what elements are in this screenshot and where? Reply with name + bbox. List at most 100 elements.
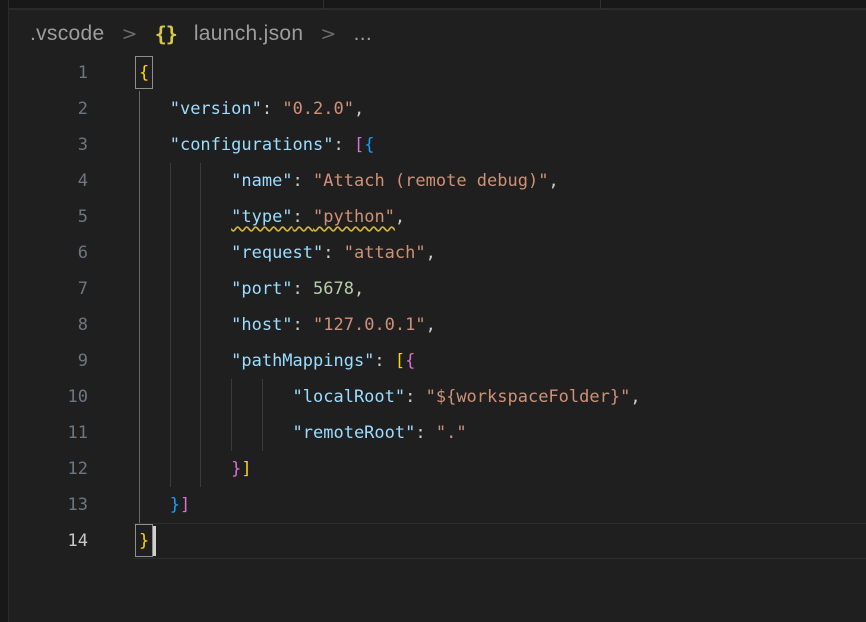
code-token: : bbox=[323, 243, 343, 263]
code-token: : bbox=[293, 171, 313, 191]
code-token: : bbox=[415, 423, 435, 443]
breadcrumb: .vscode > {} launch.json > ... bbox=[10, 12, 866, 55]
code-token: [ bbox=[354, 135, 364, 155]
json-file-icon: {} bbox=[155, 22, 177, 46]
code-token: , bbox=[548, 171, 558, 191]
line-number[interactable]: 1 bbox=[10, 55, 88, 91]
code-token: : bbox=[293, 315, 313, 335]
code-token: "port" bbox=[231, 279, 292, 299]
code-token: "configurations" bbox=[170, 135, 334, 155]
breadcrumb-item-folder[interactable]: .vscode bbox=[30, 22, 104, 46]
code-text: "remoteRoot": "." bbox=[96, 415, 866, 451]
code-token: "attach" bbox=[344, 243, 426, 263]
code-token: : bbox=[333, 135, 353, 155]
code-text: }] bbox=[96, 487, 866, 523]
code-token: , bbox=[426, 315, 436, 335]
code-text: } bbox=[96, 523, 866, 559]
code-text: { bbox=[96, 55, 866, 91]
code-token: "name" bbox=[231, 171, 292, 191]
code-token: [ bbox=[395, 351, 405, 371]
code-token: { bbox=[139, 63, 149, 83]
code-token: { bbox=[364, 135, 374, 155]
tab-separator bbox=[323, 0, 324, 10]
line-number[interactable]: 4 bbox=[10, 163, 88, 199]
code-token: "localRoot" bbox=[293, 387, 406, 407]
code-token: "remoteRoot" bbox=[293, 423, 416, 443]
code-token: , bbox=[354, 99, 364, 119]
code-line[interactable]: "host": "127.0.0.1", bbox=[96, 307, 866, 343]
code-token: "request" bbox=[231, 243, 323, 263]
code-token: 5678 bbox=[313, 279, 354, 299]
code-token: "python" bbox=[313, 207, 395, 227]
tab-separator bbox=[600, 0, 601, 10]
code-line[interactable]: "configurations": [{ bbox=[96, 127, 866, 163]
code-token: : bbox=[374, 351, 394, 371]
code-token: { bbox=[405, 351, 415, 371]
code-line[interactable]: "type": "python", bbox=[96, 199, 866, 235]
code-token: "Attach (remote debug)" bbox=[313, 171, 548, 191]
line-number[interactable]: 9 bbox=[10, 343, 88, 379]
code-token: : bbox=[405, 387, 425, 407]
breadcrumb-item-file[interactable]: launch.json bbox=[194, 22, 304, 46]
code-text: "port": 5678, bbox=[96, 271, 866, 307]
chevron-right-icon: > bbox=[121, 23, 137, 45]
code-token: "${workspaceFolder}" bbox=[426, 387, 631, 407]
code-line[interactable]: { bbox=[96, 55, 866, 91]
code-text: "type": "python", bbox=[96, 199, 866, 235]
code-token: "version" bbox=[170, 99, 262, 119]
line-number[interactable]: 6 bbox=[10, 235, 88, 271]
line-number[interactable]: 13 bbox=[10, 487, 88, 523]
code-line[interactable]: }] bbox=[96, 487, 866, 523]
code-line[interactable]: "version": "0.2.0", bbox=[96, 91, 866, 127]
code-text: "configurations": [{ bbox=[96, 127, 866, 163]
line-number[interactable]: 5 bbox=[10, 199, 88, 235]
line-number[interactable]: 3 bbox=[10, 127, 88, 163]
code-line[interactable]: } bbox=[96, 523, 866, 559]
code-text: }] bbox=[96, 451, 866, 487]
code-text: "host": "127.0.0.1", bbox=[96, 307, 866, 343]
code-text: "localRoot": "${workspaceFolder}", bbox=[96, 379, 866, 415]
line-number[interactable]: 14 bbox=[10, 523, 88, 559]
breadcrumb-ellipsis[interactable]: ... bbox=[354, 22, 372, 46]
code-token: "type" bbox=[231, 207, 292, 227]
line-number[interactable]: 12 bbox=[10, 451, 88, 487]
line-number[interactable]: 10 bbox=[10, 379, 88, 415]
editor-window: .vscode > {} launch.json > ... 123456789… bbox=[0, 0, 866, 622]
code-token: , bbox=[426, 243, 436, 263]
code-line[interactable]: }] bbox=[96, 451, 866, 487]
code-token: } bbox=[139, 531, 149, 551]
gutter: 1234567891011121314 bbox=[10, 55, 88, 559]
line-number[interactable]: 2 bbox=[10, 91, 88, 127]
line-number[interactable]: 8 bbox=[10, 307, 88, 343]
code-token: } bbox=[231, 459, 241, 479]
code-token: ] bbox=[241, 459, 251, 479]
code-area: { "version": "0.2.0", "configurations": … bbox=[96, 55, 866, 559]
code-token: "0.2.0" bbox=[282, 99, 354, 119]
code-line[interactable]: "pathMappings": [{ bbox=[96, 343, 866, 379]
line-number[interactable]: 11 bbox=[10, 415, 88, 451]
code-line[interactable]: "remoteRoot": "." bbox=[96, 415, 866, 451]
code-token: ] bbox=[180, 495, 190, 515]
line-number[interactable]: 7 bbox=[10, 271, 88, 307]
code-line[interactable]: "port": 5678, bbox=[96, 271, 866, 307]
code-text: "version": "0.2.0", bbox=[96, 91, 866, 127]
code-text: "pathMappings": [{ bbox=[96, 343, 866, 379]
code-token: , bbox=[354, 279, 364, 299]
code-text: "name": "Attach (remote debug)", bbox=[96, 163, 866, 199]
code-token: "pathMappings" bbox=[231, 351, 374, 371]
code-text: "request": "attach", bbox=[96, 235, 866, 271]
code-line[interactable]: "localRoot": "${workspaceFolder}", bbox=[96, 379, 866, 415]
code-token: : bbox=[293, 279, 313, 299]
code-line[interactable]: "name": "Attach (remote debug)", bbox=[96, 163, 866, 199]
code-line[interactable]: "request": "attach", bbox=[96, 235, 866, 271]
code-token: "host" bbox=[231, 315, 292, 335]
code-token: : bbox=[293, 207, 313, 227]
code-token: , bbox=[630, 387, 640, 407]
tab-bar bbox=[0, 0, 866, 10]
code-token: "127.0.0.1" bbox=[313, 315, 426, 335]
code-token: "." bbox=[436, 423, 467, 443]
warning-squiggle: "type": "python" bbox=[231, 207, 395, 227]
sidebar-edge bbox=[0, 0, 9, 622]
code-token: , bbox=[395, 207, 405, 227]
code-token: : bbox=[262, 99, 282, 119]
